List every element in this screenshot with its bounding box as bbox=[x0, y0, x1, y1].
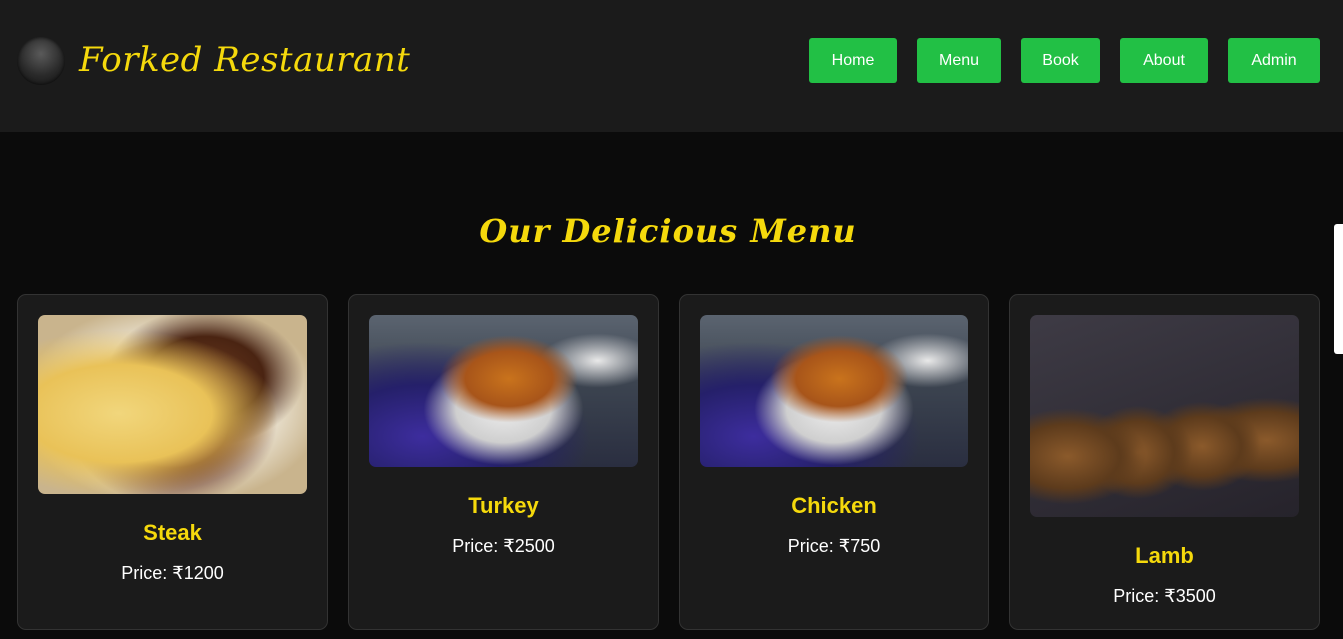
menu-card-turkey[interactable]: Turkey Price: ₹2500 bbox=[348, 294, 659, 630]
menu-card-lamb[interactable]: Lamb Price: ₹3500 bbox=[1009, 294, 1320, 630]
lamb-image bbox=[1030, 315, 1299, 517]
menu-item-name: Chicken bbox=[791, 493, 877, 518]
nav-admin-button[interactable]: Admin bbox=[1228, 38, 1320, 83]
menu-card-steak[interactable]: Steak Price: ₹1200 bbox=[17, 294, 328, 630]
logo-icon[interactable] bbox=[17, 37, 65, 85]
menu-card-chicken[interactable]: Chicken Price: ₹750 bbox=[679, 294, 989, 630]
nav-about-button[interactable]: About bbox=[1120, 38, 1208, 83]
menu-item-price: Price: ₹750 bbox=[787, 536, 881, 556]
turkey-image bbox=[369, 315, 638, 467]
site-header: Forked Restaurant Home Menu Book About A… bbox=[0, 0, 1343, 132]
menu-item-name: Lamb bbox=[1135, 543, 1194, 568]
nav-book-button[interactable]: Book bbox=[1021, 38, 1100, 83]
nav-menu-button[interactable]: Menu bbox=[917, 38, 1001, 83]
nav-home-button[interactable]: Home bbox=[809, 38, 897, 83]
steak-image bbox=[38, 315, 307, 494]
menu-item-price: Price: ₹3500 bbox=[1113, 586, 1216, 606]
chicken-image bbox=[700, 315, 968, 467]
menu-item-name: Turkey bbox=[468, 493, 539, 518]
brand-name[interactable]: Forked Restaurant bbox=[79, 40, 410, 80]
menu-section-title: Our Delicious Menu bbox=[479, 212, 857, 250]
menu-item-price: Price: ₹1200 bbox=[121, 563, 224, 583]
side-toolbar[interactable] bbox=[1334, 224, 1343, 354]
menu-item-name: Steak bbox=[143, 520, 202, 545]
menu-item-price: Price: ₹2500 bbox=[452, 536, 555, 556]
